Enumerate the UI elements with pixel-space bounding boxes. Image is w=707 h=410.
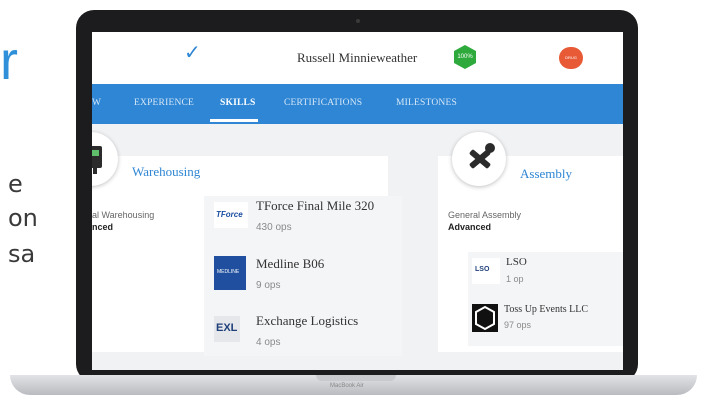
side-line-2: on [8, 204, 38, 232]
skill-subtitle: General Assembly [448, 210, 522, 220]
side-line-1: e [8, 170, 23, 198]
skill-level: nced [92, 222, 114, 232]
skill-card-warehousing[interactable]: Warehousing al Warehousing nced TForce T… [92, 132, 402, 356]
skill-icon-circle [92, 132, 118, 186]
device-label: MacBook Air [330, 383, 364, 389]
side-line-3: sa [8, 240, 36, 268]
exl-logo-icon: EXL [214, 316, 240, 342]
verified-check-icon: ✓ [184, 42, 201, 64]
camera-dot [356, 19, 360, 23]
tab-milestones[interactable]: MILESTONES [396, 98, 457, 108]
skill-title: Warehousing [132, 164, 201, 179]
side-heading-fragment: r [0, 31, 18, 91]
profile-tabs: W EXPERIENCE SKILLS CERTIFICATIONS MILES… [92, 84, 623, 124]
active-tab-indicator [210, 119, 258, 122]
skill-card-assembly[interactable]: Assembly General Assembly Advanced LSO L… [438, 132, 623, 352]
tools-icon [469, 143, 495, 169]
company-name[interactable]: TForce Final Mile 320 [256, 198, 374, 214]
medline-logo-icon: MEDLINE [214, 256, 246, 290]
warehouse-scanner-icon [92, 146, 102, 174]
company-name[interactable]: Exchange Logistics [256, 313, 358, 329]
tab-skills[interactable]: SKILLS [220, 98, 256, 108]
tforce-logo-icon: TForce [214, 202, 248, 228]
company-ops: 1 op [506, 274, 524, 284]
tab-overview[interactable]: W [92, 98, 101, 108]
profile-header: ✓ Russell Minnieweather 100% DRUG SCREEN [92, 32, 623, 84]
skill-subtitle: al Warehousing [92, 210, 155, 220]
lso-logo-icon: LSO [472, 258, 500, 284]
company-ops: 9 ops [256, 280, 281, 291]
company-list: LSO LSO 1 op Toss Up Events LLC 97 ops [468, 252, 623, 346]
tab-certifications[interactable]: CERTIFICATIONS [284, 98, 362, 108]
company-ops: 4 ops [256, 337, 281, 348]
skill-level: Advanced [448, 222, 492, 232]
toss-up-logo-icon [472, 304, 498, 332]
tab-experience[interactable]: EXPERIENCE [134, 98, 194, 108]
shield-badge-icon: 100% [454, 45, 476, 69]
skill-icon-circle [452, 132, 506, 186]
user-name: Russell Minnieweather [297, 50, 418, 65]
laptop-notch [316, 375, 396, 381]
side-marketing-text: r e on sa [0, 0, 80, 410]
drug-screen-badge-icon: DRUG SCREEN [559, 47, 583, 82]
app-screen: ✓ Russell Minnieweather 100% DRUG SCREEN… [92, 32, 623, 370]
company-ops: 430 ops [256, 222, 292, 233]
company-name[interactable]: Medline B06 [256, 256, 324, 272]
laptop-frame: ✓ Russell Minnieweather 100% DRUG SCREEN… [76, 10, 638, 382]
company-name[interactable]: Toss Up Events LLC [504, 304, 588, 315]
company-name[interactable]: LSO [506, 256, 527, 268]
company-ops: 97 ops [504, 320, 532, 330]
skill-title: Assembly [520, 166, 572, 181]
company-list: TForce TForce Final Mile 320 430 ops MED… [204, 196, 402, 356]
